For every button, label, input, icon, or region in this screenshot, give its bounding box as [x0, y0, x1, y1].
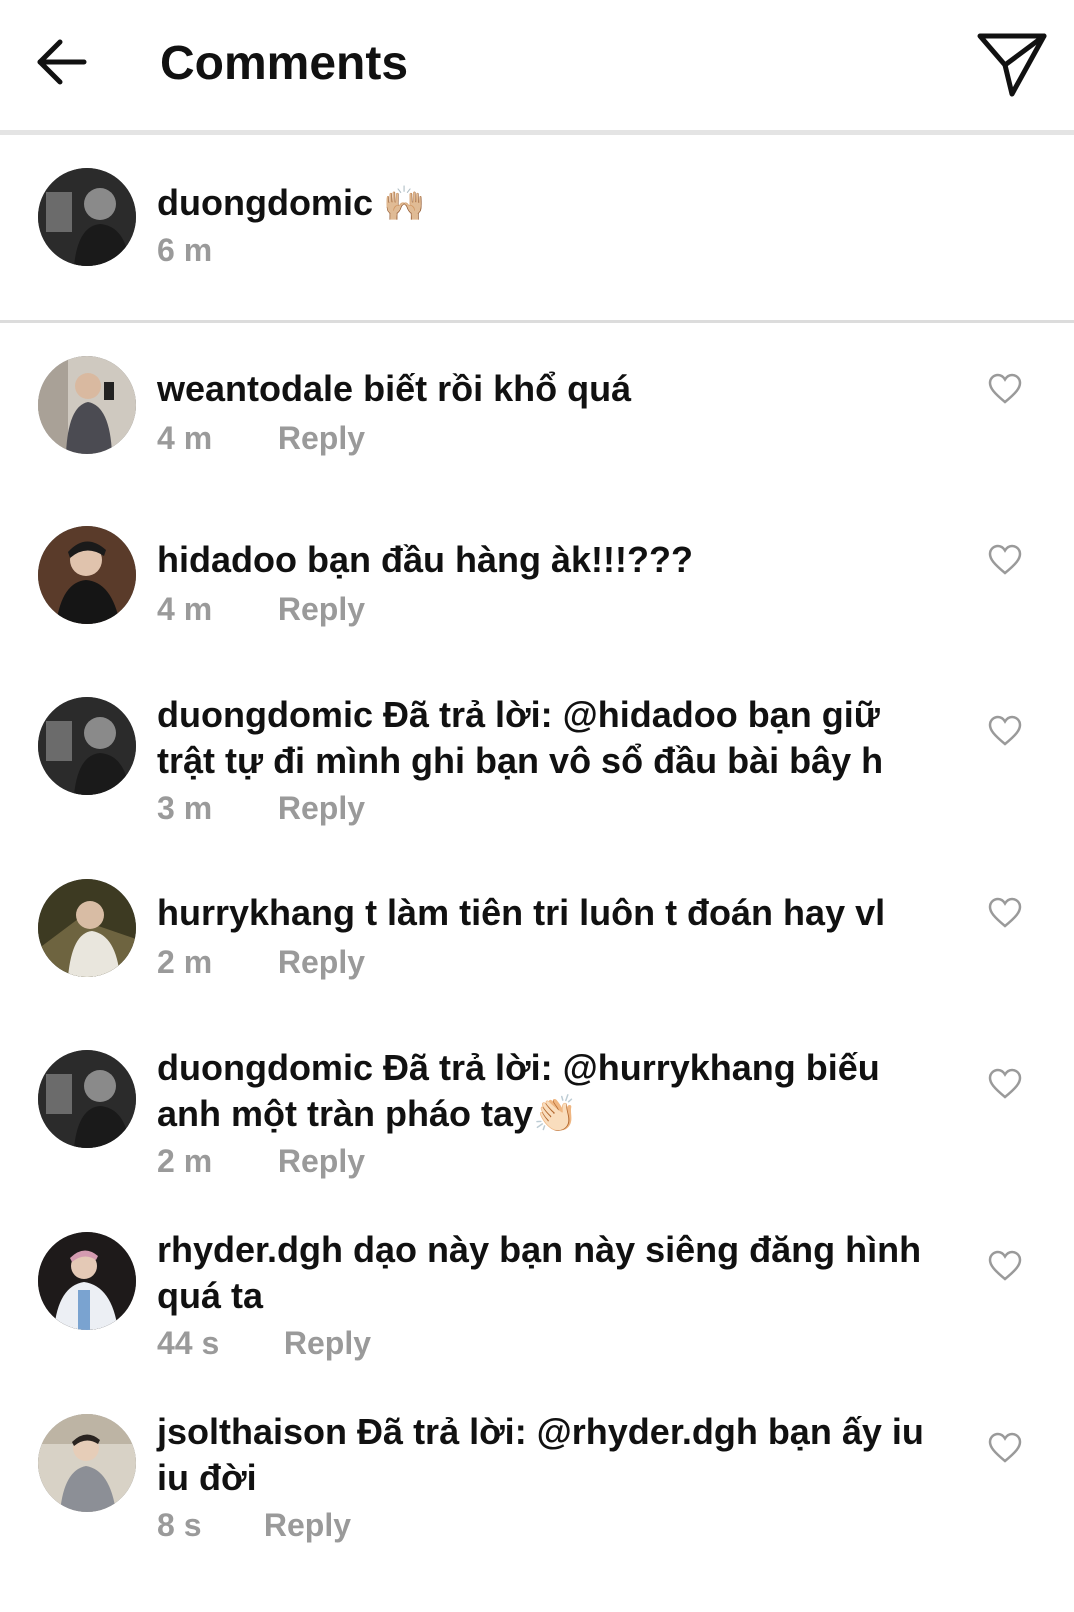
comment-time: 4 m: [157, 420, 213, 456]
caption-divider: [0, 320, 1074, 323]
header-divider: [0, 130, 1074, 135]
top-bar: Comments: [0, 0, 1074, 130]
paper-plane-icon: [977, 33, 1047, 97]
reply-button[interactable]: Reply: [278, 1143, 365, 1179]
comment-text: hidadoo bạn đầu hàng àk!!!???: [157, 537, 947, 583]
avatar-photo: [38, 168, 136, 266]
avatar[interactable]: [38, 879, 136, 977]
heart-icon[interactable]: [988, 544, 1022, 576]
heart-icon[interactable]: [988, 715, 1022, 747]
comment-username[interactable]: duongdomic: [157, 1047, 373, 1088]
heart-icon[interactable]: [988, 1432, 1022, 1464]
reply-button[interactable]: Reply: [278, 591, 365, 627]
reply-button[interactable]: Reply: [278, 790, 365, 826]
share-button[interactable]: [976, 28, 1050, 102]
reply-button[interactable]: Reply: [278, 420, 365, 456]
comment-meta: 2 m Reply: [157, 942, 365, 982]
avatar[interactable]: [38, 356, 136, 454]
comment-meta: 4 m Reply: [157, 418, 365, 458]
comment-body: biết rồi khổ quá: [363, 368, 632, 409]
comment-body: bạn đầu hàng àk!!!???: [307, 539, 693, 580]
comment-time: 2 m: [157, 1143, 213, 1179]
comment-username[interactable]: hidadoo: [157, 539, 297, 580]
comment-meta: 2 m Reply: [157, 1141, 365, 1181]
comment-time: 44 s: [157, 1325, 220, 1361]
caption-meta: 6 m: [157, 230, 212, 270]
avatar-photo: [38, 526, 136, 624]
heart-icon[interactable]: [988, 897, 1022, 929]
avatar-photo: [38, 1232, 136, 1330]
back-button[interactable]: [34, 38, 90, 86]
avatar-photo: [38, 879, 136, 977]
caption-text: duongdomic 🙌🏼: [157, 180, 947, 227]
comment-username[interactable]: rhyder.dgh: [157, 1229, 343, 1270]
heart-icon[interactable]: [988, 373, 1022, 405]
comment-text: duongdomic Đã trả lời: @hurrykhang biếu …: [157, 1045, 947, 1137]
comment-meta: 4 m Reply: [157, 589, 365, 629]
heart-icon[interactable]: [988, 1250, 1022, 1282]
comment-username[interactable]: jsolthaison: [157, 1411, 347, 1452]
avatar-photo: [38, 1050, 136, 1148]
caption-time: 6 m: [157, 232, 213, 268]
avatar[interactable]: [38, 697, 136, 795]
avatar-photo: [38, 356, 136, 454]
avatar[interactable]: [38, 1050, 136, 1148]
comment-meta: 3 m Reply: [157, 788, 365, 828]
reply-button[interactable]: Reply: [278, 944, 365, 980]
comment-text: rhyder.dgh dạo này bạn này siêng đăng hì…: [157, 1227, 947, 1319]
comment-username[interactable]: hurrykhang: [157, 892, 355, 933]
comment-text: hurrykhang t làm tiên tri luôn t đoán ha…: [157, 890, 947, 936]
comment-username[interactable]: duongdomic: [157, 694, 373, 735]
comment-meta: 44 s Reply: [157, 1323, 371, 1363]
caption-emoji: 🙌🏼: [382, 184, 426, 224]
comment-text: jsolthaison Đã trả lời: @rhyder.dgh bạn …: [157, 1409, 947, 1501]
reply-button[interactable]: Reply: [264, 1507, 351, 1543]
comment-time: 3 m: [157, 790, 213, 826]
comment-body: t làm tiên tri luôn t đoán hay vl: [365, 892, 886, 933]
comment-username[interactable]: weantodale: [157, 368, 353, 409]
avatar[interactable]: [38, 526, 136, 624]
comment-text: weantodale biết rồi khổ quá: [157, 366, 947, 412]
arrow-left-icon: [37, 39, 87, 85]
avatar[interactable]: [38, 168, 136, 266]
avatar[interactable]: [38, 1414, 136, 1512]
avatar-photo: [38, 697, 136, 795]
caption-username[interactable]: duongdomic: [157, 182, 373, 223]
reply-button[interactable]: Reply: [284, 1325, 371, 1361]
avatar-photo: [38, 1414, 136, 1512]
comment-time: 8 s: [157, 1507, 202, 1543]
comment-text: duongdomic Đã trả lời: @hidadoo bạn giữ …: [157, 692, 947, 784]
comment-time: 4 m: [157, 591, 213, 627]
avatar[interactable]: [38, 1232, 136, 1330]
heart-icon[interactable]: [988, 1068, 1022, 1100]
comment-meta: 8 s Reply: [157, 1505, 351, 1545]
page-title: Comments: [160, 37, 409, 90]
comment-time: 2 m: [157, 944, 213, 980]
